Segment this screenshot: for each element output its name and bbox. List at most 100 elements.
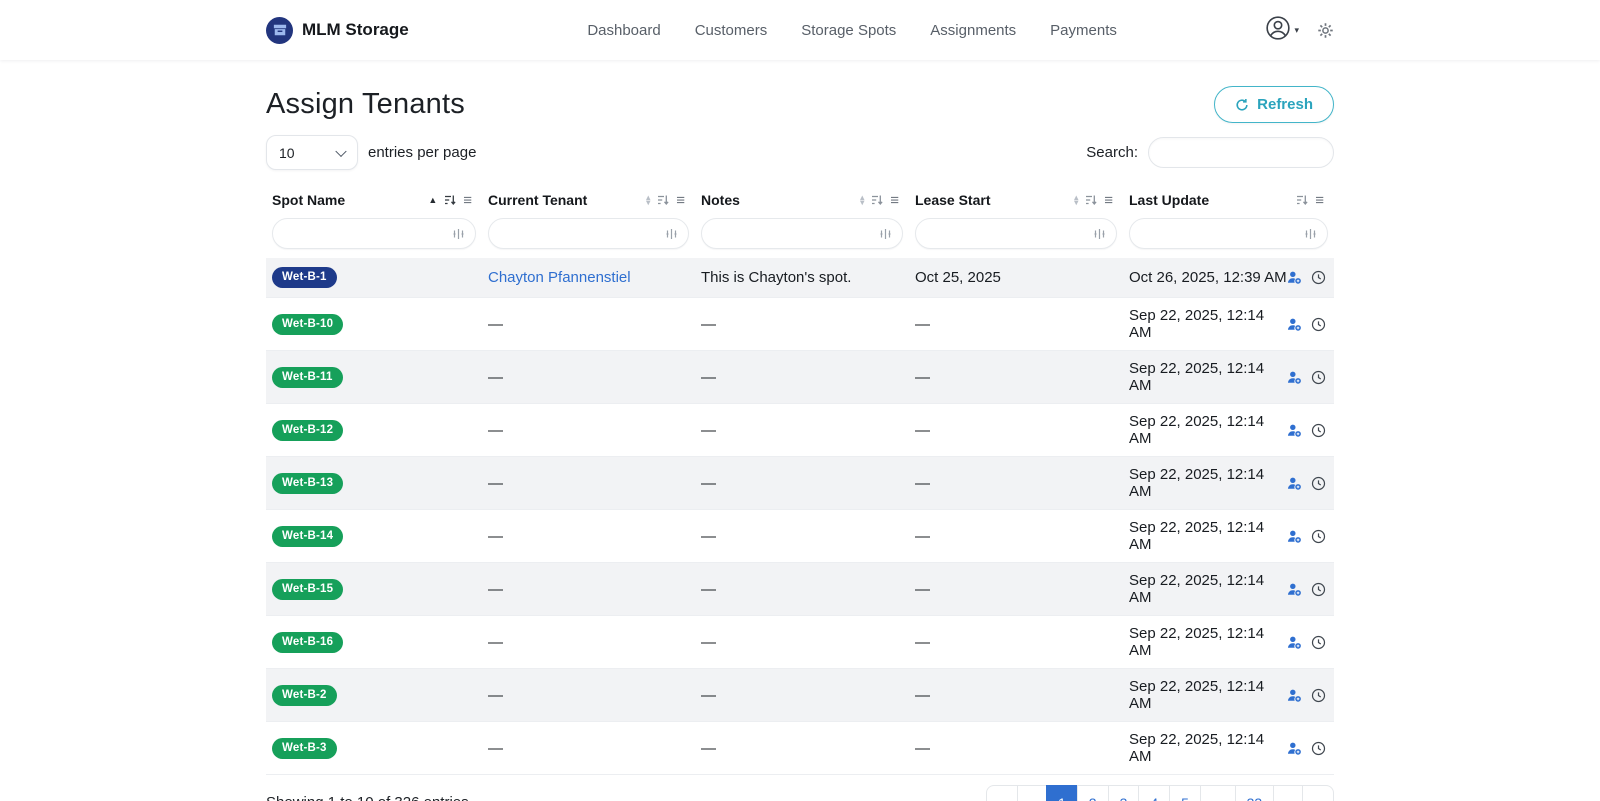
last-update-cell: Sep 22, 2025, 12:14 AM: [1129, 413, 1265, 447]
pagination-page-3[interactable]: 3: [1107, 785, 1140, 801]
refresh-button[interactable]: Refresh: [1214, 86, 1334, 123]
notes-cell: —: [701, 686, 716, 704]
history-icon[interactable]: [1311, 270, 1326, 285]
history-icon[interactable]: [1311, 423, 1326, 438]
filter-last-update-input[interactable]: [1129, 218, 1328, 249]
spot-badge: Wet-B-3: [272, 737, 337, 759]
filter-input-icon: [1094, 228, 1105, 239]
nav-dashboard[interactable]: Dashboard: [587, 22, 660, 39]
nav-storage-spots[interactable]: Storage Spots: [801, 22, 896, 39]
nav-customers[interactable]: Customers: [695, 22, 768, 39]
spot-badge: Wet-B-14: [272, 525, 344, 547]
sort-amount-icon[interactable]: [1296, 194, 1308, 206]
settings-gear-icon[interactable]: [1317, 22, 1334, 39]
pagination-first[interactable]: «: [986, 785, 1018, 801]
nav-payments[interactable]: Payments: [1050, 22, 1117, 39]
top-navbar: MLM Storage Dashboard Customers Storage …: [0, 0, 1600, 60]
refresh-icon: [1236, 98, 1248, 111]
column-menu-icon[interactable]: ≡: [1104, 193, 1113, 208]
assign-tenant-icon[interactable]: [1287, 317, 1302, 332]
col-header-notes[interactable]: Notes: [701, 192, 740, 208]
filter-input-icon: [453, 228, 464, 239]
sort-toggle-icon[interactable]: ▴ ▾: [646, 194, 650, 207]
entries-summary: Showing 1 to 10 of 326 entries: [266, 794, 469, 801]
pagination-page-4[interactable]: 4: [1138, 785, 1171, 801]
col-header-last-update[interactable]: Last Update: [1129, 192, 1209, 208]
main-content: Assign Tenants Refresh 10 entries per pa…: [266, 86, 1334, 801]
history-icon[interactable]: [1311, 529, 1326, 544]
pagination-page-2[interactable]: 2: [1076, 785, 1109, 801]
sort-amount-icon[interactable]: [657, 194, 669, 206]
lease-start-cell: Oct 25, 2025: [915, 269, 1001, 286]
filter-input-icon: [1305, 228, 1316, 239]
history-icon[interactable]: [1311, 317, 1326, 332]
column-menu-icon[interactable]: ≡: [890, 193, 899, 208]
tenant-cell: —: [488, 527, 503, 545]
history-icon[interactable]: [1311, 635, 1326, 650]
spot-badge: Wet-B-16: [272, 631, 344, 653]
column-menu-icon[interactable]: ≡: [463, 193, 472, 208]
entries-per-page-select[interactable]: 10: [266, 135, 358, 170]
notes-cell: This is Chayton's spot.: [701, 269, 852, 286]
avatar-icon: [1265, 15, 1291, 46]
pagination-page-1[interactable]: 1: [1045, 785, 1078, 801]
filter-input-icon: [880, 228, 891, 239]
nav-assignments[interactable]: Assignments: [930, 22, 1016, 39]
assign-tenant-icon[interactable]: [1287, 741, 1302, 756]
history-icon[interactable]: [1311, 688, 1326, 703]
notes-cell: —: [701, 580, 716, 598]
filter-notes-input[interactable]: [701, 218, 903, 249]
filter-current-tenant-input[interactable]: [488, 218, 689, 249]
history-icon[interactable]: [1311, 370, 1326, 385]
user-menu[interactable]: ▾: [1265, 15, 1299, 46]
filter-input-icon: [666, 228, 677, 239]
last-update-cell: Oct 26, 2025, 12:39 AM: [1129, 269, 1287, 286]
pagination-prev[interactable]: ‹: [1016, 785, 1047, 801]
sort-asc-icon[interactable]: ▲: [428, 195, 437, 205]
assign-tenant-icon[interactable]: [1287, 582, 1302, 597]
pagination-page-33[interactable]: 33: [1234, 785, 1275, 801]
assign-tenant-icon[interactable]: [1287, 370, 1302, 385]
caret-down-icon: ▾: [1294, 24, 1299, 35]
assign-tenant-icon[interactable]: [1287, 529, 1302, 544]
notes-cell: —: [701, 315, 716, 333]
assign-tenant-icon[interactable]: [1287, 270, 1302, 285]
table-row: Wet-B-13 — — — Sep 22, 2025, 12:14 AM: [266, 456, 1334, 510]
pagination-last[interactable]: »: [1302, 785, 1334, 801]
spot-badge: Wet-B-2: [272, 684, 337, 706]
pagination-next[interactable]: ›: [1273, 785, 1304, 801]
sort-toggle-icon[interactable]: ▴ ▾: [860, 194, 864, 207]
filter-lease-start-input[interactable]: [915, 218, 1117, 249]
filter-spot-name-input[interactable]: [272, 218, 476, 249]
navbar-actions: ▾: [1265, 15, 1334, 46]
col-header-lease-start[interactable]: Lease Start: [915, 192, 990, 208]
last-update-cell: Sep 22, 2025, 12:14 AM: [1129, 466, 1265, 500]
assign-tenant-icon[interactable]: [1287, 688, 1302, 703]
history-icon[interactable]: [1311, 582, 1326, 597]
lease-start-cell: —: [915, 527, 930, 545]
assign-tenant-icon[interactable]: [1287, 635, 1302, 650]
column-menu-icon[interactable]: ≡: [676, 193, 685, 208]
tenant-cell: —: [488, 421, 503, 439]
col-header-spot-name[interactable]: Spot Name: [272, 192, 345, 208]
spot-badge: Wet-B-1: [272, 267, 337, 288]
assign-tenant-icon[interactable]: [1287, 476, 1302, 491]
last-update-cell: Sep 22, 2025, 12:14 AM: [1129, 625, 1265, 659]
col-header-current-tenant[interactable]: Current Tenant: [488, 192, 587, 208]
last-update-cell: Sep 22, 2025, 12:14 AM: [1129, 572, 1265, 606]
pagination-page-5[interactable]: 5: [1169, 785, 1201, 801]
sort-amount-icon[interactable]: [1085, 194, 1097, 206]
sort-amount-icon[interactable]: [871, 194, 883, 206]
history-icon[interactable]: [1311, 741, 1326, 756]
page-title: Assign Tenants: [266, 87, 465, 120]
tenant-link[interactable]: Chayton Pfannenstiel: [488, 269, 631, 286]
sort-toggle-icon[interactable]: ▴ ▾: [1074, 194, 1078, 207]
assign-tenant-icon[interactable]: [1287, 423, 1302, 438]
history-icon[interactable]: [1311, 476, 1326, 491]
brand[interactable]: MLM Storage: [266, 16, 409, 44]
assignments-table: Spot Name ▲ ≡ Current Tenant ▴ ▾ ≡ Notes…: [266, 184, 1334, 775]
notes-cell: —: [701, 368, 716, 386]
column-menu-icon[interactable]: ≡: [1315, 193, 1324, 208]
sort-amount-icon[interactable]: [444, 194, 456, 206]
search-input[interactable]: [1148, 137, 1334, 168]
